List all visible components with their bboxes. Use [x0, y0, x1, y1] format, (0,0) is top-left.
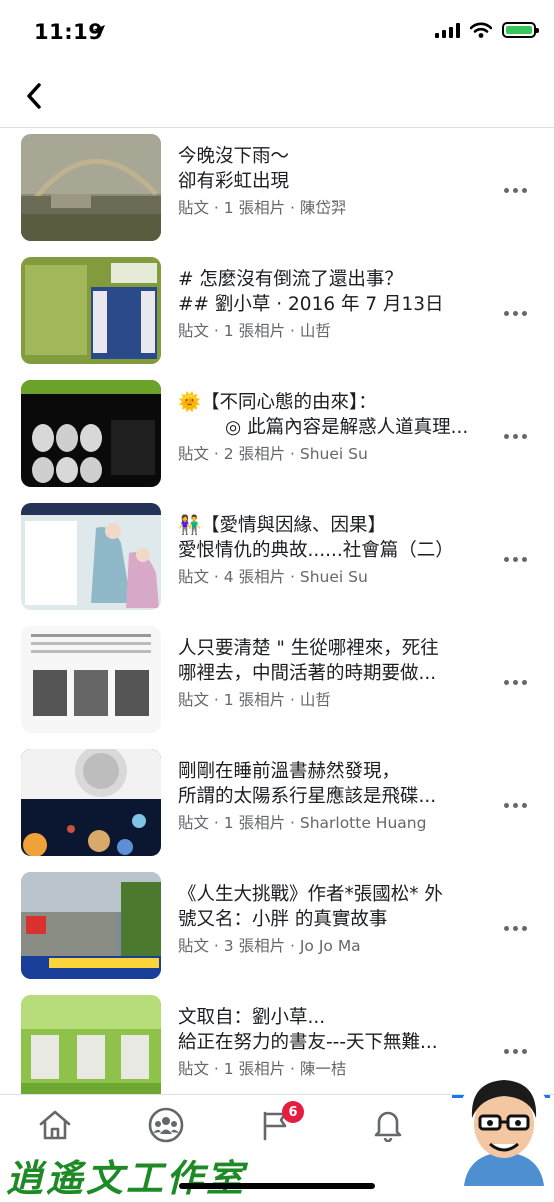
- post-meta: 貼文 · 2 張相片 · Shuei Su: [178, 445, 368, 463]
- notification-badge: 6: [282, 1101, 304, 1123]
- post-meta: 貼文 · 1 張相片 · 山哲: [178, 691, 331, 709]
- chevron-left-icon: [27, 83, 41, 109]
- post-meta: 貼文 · 1 張相片 · Sharlotte Huang: [178, 814, 427, 832]
- post-title: 👫【愛情與因緣、因果】 愛恨情仇的典故......社會篇（二）: [178, 515, 454, 561]
- battery-charging-icon: [502, 22, 539, 38]
- more-options-icon[interactable]: [504, 431, 530, 441]
- post-title: 人只要清楚 " 生從哪裡來，死往 哪裡去，中間活著的時期要做...: [178, 638, 439, 684]
- post-meta: 貼文 · 1 張相片 · 陳一桔: [178, 1060, 347, 1078]
- post-thumbnail[interactable]: [21, 134, 161, 241]
- post-thumbnail[interactable]: [21, 872, 161, 979]
- post-thumbnail[interactable]: [21, 995, 161, 1094]
- more-options-icon[interactable]: [504, 677, 530, 687]
- post-thumbnail[interactable]: [21, 626, 161, 733]
- post-title: # 怎麼沒有倒流了還出事？ ## 劉小草 · 2016 年 7 月13日: [178, 269, 444, 315]
- list-item[interactable]: 《人生大挑戰》作者*張國松* 外 號又名：小胖 的真實故事 貼文 · 3 張相片…: [0, 867, 554, 990]
- home-icon: [39, 1110, 71, 1140]
- location-arrow-icon: [93, 25, 105, 37]
- more-options-icon[interactable]: [504, 923, 530, 933]
- post-meta: 貼文 · 3 張相片 · Jo Jo Ma: [178, 937, 361, 955]
- post-title: 剛剛在睡前溫書赫然發現， 所謂的太陽系行星應該是飛碟...: [178, 761, 437, 807]
- list-item[interactable]: 人只要清楚 " 生從哪裡來，死往 哪裡去，中間活著的時期要做... 貼文 · 1…: [0, 621, 554, 744]
- post-meta: 貼文 · 4 張相片 · Shuei Su: [178, 568, 368, 586]
- more-options-icon[interactable]: [504, 308, 530, 318]
- tab-groups[interactable]: [144, 1105, 188, 1145]
- post-title: 今晚沒下雨～ 卻有彩虹出現: [178, 146, 290, 192]
- green-book-photo: [21, 995, 161, 1094]
- post-thumbnail[interactable]: [21, 749, 161, 856]
- list-item[interactable]: # 怎麼沒有倒流了還出事？ ## 劉小草 · 2016 年 7 月13日 貼文 …: [0, 252, 554, 375]
- more-options-icon[interactable]: [504, 800, 530, 810]
- tab-notifications[interactable]: [366, 1105, 410, 1145]
- avatar[interactable]: [454, 1068, 554, 1186]
- signal-icon: [435, 22, 460, 38]
- saved-posts-list: 今晚沒下雨～ 卻有彩虹出現 貼文 · 1 張相片 · 陳岱羿 # 怎麼沒有倒流了…: [0, 129, 554, 1094]
- more-options-icon[interactable]: [504, 1046, 530, 1056]
- illustration-photo: [21, 503, 161, 610]
- rainbow-photo: [21, 134, 161, 241]
- list-item[interactable]: 今晚沒下雨～ 卻有彩虹出現 貼文 · 1 張相片 · 陳岱羿: [0, 129, 554, 252]
- book-page-photo: [21, 626, 161, 733]
- list-item[interactable]: 👫【愛情與因緣、因果】 愛恨情仇的典故......社會篇（二） 貼文 · 4 張…: [0, 498, 554, 621]
- post-thumbnail[interactable]: [21, 503, 161, 610]
- post-meta: 貼文 · 1 張相片 · 陳岱羿: [178, 199, 347, 217]
- post-title: 文取自：劉小草... 給正在努力的書友---天下無難...: [178, 1007, 438, 1053]
- back-button[interactable]: [16, 78, 52, 114]
- watermark-text: 逍遙文工作室: [6, 1156, 246, 1200]
- post-thumbnail[interactable]: [21, 257, 161, 364]
- tab-home[interactable]: [33, 1105, 77, 1145]
- book-cover-photo: [21, 257, 161, 364]
- more-options-icon[interactable]: [504, 554, 530, 564]
- masks-poster-photo: [21, 380, 161, 487]
- solar-system-photo: [21, 749, 161, 856]
- news-screenshot-photo: [21, 872, 161, 979]
- list-item[interactable]: 剛剛在睡前溫書赫然發現， 所謂的太陽系行星應該是飛碟... 貼文 · 1 張相片…: [0, 744, 554, 867]
- nav-bar: [0, 64, 554, 128]
- post-meta: 貼文 · 1 張相片 · 山哲: [178, 322, 331, 340]
- status-icons: [435, 22, 539, 38]
- post-title: 《人生大挑戰》作者*張國松* 外 號又名：小胖 的真實故事: [178, 884, 443, 930]
- status-bar: 11:19: [0, 0, 554, 64]
- more-options-icon[interactable]: [504, 185, 530, 195]
- wifi-icon: [470, 22, 492, 38]
- post-title: 🌞【不同心態的由來】： ◎ 此篇內容是解惑人道真理...: [178, 392, 469, 438]
- groups-icon: [148, 1107, 184, 1143]
- home-indicator: [179, 1183, 375, 1189]
- bell-icon: [374, 1111, 402, 1142]
- list-item[interactable]: 🌞【不同心態的由來】： ◎ 此篇內容是解惑人道真理... 貼文 · 2 張相片 …: [0, 375, 554, 498]
- post-thumbnail[interactable]: [21, 380, 161, 487]
